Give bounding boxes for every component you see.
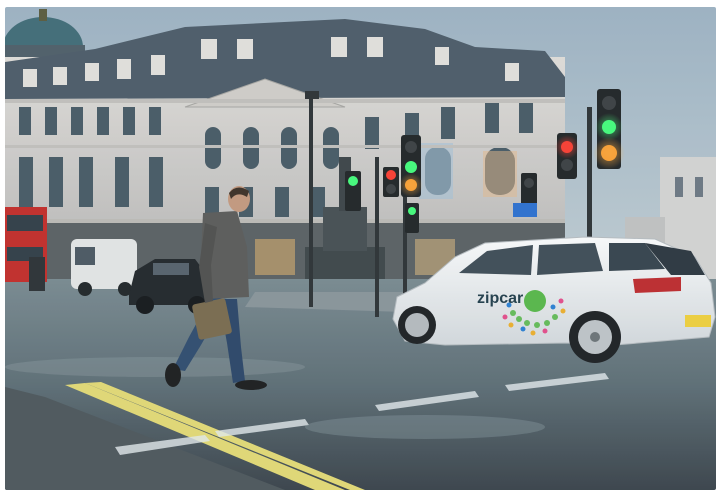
- photo-svg: zipcar: [5, 7, 716, 490]
- street-scene-photo: zipcar: [5, 7, 716, 490]
